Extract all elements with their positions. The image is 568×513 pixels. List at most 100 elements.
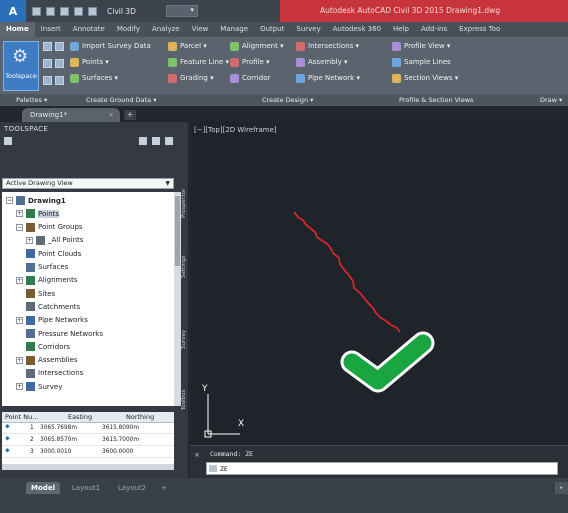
tab-autodesk-360[interactable]: Autodesk 360 — [327, 22, 387, 37]
model-space-canvas[interactable]: [−][Top][2D Wireframe] Y X — [190, 122, 568, 445]
expand-toggle-icon[interactable]: + — [16, 316, 23, 324]
toolspace-list-icon[interactable] — [152, 137, 160, 145]
tree-item-survey[interactable]: + Survey — [16, 381, 62, 392]
panel-draw[interactable]: Draw ▾ — [540, 94, 562, 106]
vtab-toolbox[interactable]: Toolbox — [181, 376, 189, 424]
design-col1-item-1[interactable]: Feature Line ▾ — [168, 57, 229, 67]
design-col3-item-2[interactable]: Pipe Network ▾ — [296, 73, 360, 83]
expand-toggle-icon[interactable]: + — [16, 210, 23, 218]
expand-toggle-icon[interactable]: + — [16, 276, 23, 284]
tree-scrollbar-thumb[interactable] — [175, 196, 180, 266]
layers-icon[interactable] — [55, 76, 64, 85]
survey-icon[interactable] — [43, 59, 52, 68]
design-col2-item-2[interactable]: Corridor — [230, 73, 284, 83]
expand-toggle-icon[interactable]: + — [16, 356, 23, 364]
open-icon[interactable] — [46, 6, 55, 16]
profile-col-item-2[interactable]: Section Views ▾ — [392, 73, 458, 83]
expand-toggle-icon[interactable]: + — [26, 236, 33, 244]
design-col1-item-0[interactable]: Parcel ▾ — [168, 41, 229, 51]
ground-col-item-1[interactable]: Points ▾ — [70, 57, 151, 67]
design-col1-item-2[interactable]: Grading ▾ — [168, 73, 229, 83]
app-menu-button[interactable]: A — [0, 0, 26, 22]
toolspace-tree-icon[interactable] — [139, 137, 147, 145]
design-col3-item-1[interactable]: Assembly ▾ — [296, 57, 360, 67]
tree-item-corridors[interactable]: Corridors — [16, 341, 70, 352]
vtab-survey[interactable]: Survey — [181, 316, 189, 362]
tab-add-ins[interactable]: Add-ins — [415, 22, 453, 37]
tree-item-sites[interactable]: Sites — [16, 288, 55, 299]
tab-view[interactable]: View — [186, 22, 215, 37]
undo-icon[interactable] — [88, 6, 97, 16]
tab-annotate[interactable]: Annotate — [67, 22, 111, 37]
save-icon[interactable] — [60, 6, 69, 16]
toolspace-button[interactable]: ⚙ Toolspace — [3, 41, 39, 91]
panel-create-ground-data[interactable]: Create Ground Data ▾ — [86, 94, 157, 106]
tree-item-pressure-networks[interactable]: Pressure Networks — [16, 328, 103, 339]
tree-item-points[interactable]: + Points — [16, 208, 60, 219]
tab-layout1[interactable]: Layout1 — [66, 482, 106, 494]
new-icon[interactable] — [32, 6, 41, 16]
view-selector-dropdown[interactable]: Active Drawing View ▼ — [2, 178, 174, 189]
ground-col-item-0[interactable]: Import Survey Data — [70, 41, 151, 51]
tab-survey[interactable]: Survey — [290, 22, 326, 37]
help-icon[interactable] — [165, 137, 173, 145]
tree-item-intersections[interactable]: Intersections — [16, 368, 83, 379]
tab-analyze[interactable]: Analyze — [146, 22, 186, 37]
command-icon[interactable] — [209, 465, 217, 472]
panel-create-design[interactable]: Create Design ▾ — [262, 94, 313, 106]
tree-item-pipe-networks[interactable]: + Pipe Networks — [16, 315, 88, 326]
tree-item-catchments[interactable]: Catchments — [16, 301, 80, 312]
table-row[interactable]: ⯁ 1 3065.7698m 3615.8090m — [2, 424, 174, 434]
close-icon[interactable]: × — [194, 451, 200, 459]
vtab-settings[interactable]: Settings — [181, 242, 189, 292]
command-input[interactable] — [220, 463, 550, 474]
header-point-number[interactable]: Point Nu... — [5, 413, 38, 421]
profile-col-item-0[interactable]: Profile View ▾ — [392, 41, 458, 51]
expand-toggle-icon[interactable]: − — [16, 223, 23, 231]
expand-toggle-icon[interactable]: + — [16, 383, 23, 391]
tab-layout2[interactable]: Layout2 — [112, 482, 152, 494]
design-col3-item-0[interactable]: Intersections ▾ — [296, 41, 360, 51]
tree-item-assemblies[interactable]: + Assemblies — [16, 355, 78, 366]
print-icon[interactable] — [74, 6, 83, 16]
tab-modify[interactable]: Modify — [111, 22, 146, 37]
tree-item-point-clouds[interactable]: Point Clouds — [16, 248, 81, 259]
toolbox-icon[interactable] — [55, 59, 64, 68]
tab-express-too[interactable]: Express Too — [453, 22, 506, 37]
panel-profile-section-views[interactable]: Profile & Section Views — [399, 94, 473, 106]
status-bar-button[interactable]: ▸ — [555, 482, 568, 494]
panel-palettes[interactable]: Palettes ▾ — [16, 94, 47, 106]
tab-model[interactable]: Model — [26, 482, 60, 494]
tab-insert[interactable]: Insert — [35, 22, 67, 37]
vtab-prospector[interactable]: Prospector — [181, 176, 189, 230]
tab-drawing1[interactable]: Drawing1* × — [22, 108, 120, 122]
toolspace-menu-icon[interactable] — [4, 137, 12, 145]
close-icon[interactable]: × — [108, 108, 114, 122]
tree-item-surfaces[interactable]: Surfaces — [16, 262, 68, 273]
tree-item-alignments[interactable]: + Alignments — [16, 275, 78, 286]
workspace-dropdown[interactable]: ▾ — [165, 5, 198, 17]
profile-col-item-1[interactable]: Sample Lines — [392, 57, 458, 67]
prospector-icon[interactable] — [43, 42, 52, 51]
tree-item-drawing1[interactable]: − Drawing1 — [6, 195, 66, 206]
add-layout-button[interactable]: + — [158, 482, 170, 494]
table-row[interactable]: ⯁ 3 3000.0010 3600.0000 — [2, 448, 174, 458]
tree-scrollbar[interactable] — [174, 192, 181, 406]
design-col2-item-0[interactable]: Alignment ▾ — [230, 41, 284, 51]
tree-item-all-points[interactable]: + _All Points — [26, 235, 83, 246]
properties-icon[interactable] — [43, 76, 52, 85]
design-col2-item-1[interactable]: Profile ▾ — [230, 57, 284, 67]
new-tab-button[interactable]: + — [124, 110, 136, 120]
tree-item-point-groups[interactable]: − Point Groups — [16, 222, 83, 233]
table-row[interactable]: ⯁ 2 3065.8570m 3615.7000m — [2, 436, 174, 446]
ground-col-item-2[interactable]: Surfaces ▾ — [70, 73, 151, 83]
tab-output[interactable]: Output — [254, 22, 290, 37]
settings-icon[interactable] — [55, 42, 64, 51]
table-horizontal-scrollbar[interactable] — [2, 464, 174, 470]
header-northing[interactable]: Northing — [126, 413, 154, 421]
header-easting[interactable]: Easting — [68, 413, 92, 421]
tab-manage[interactable]: Manage — [214, 22, 254, 37]
expand-toggle-icon[interactable]: − — [6, 197, 13, 204]
tab-help[interactable]: Help — [387, 22, 415, 37]
tab-home[interactable]: Home — [0, 22, 35, 37]
